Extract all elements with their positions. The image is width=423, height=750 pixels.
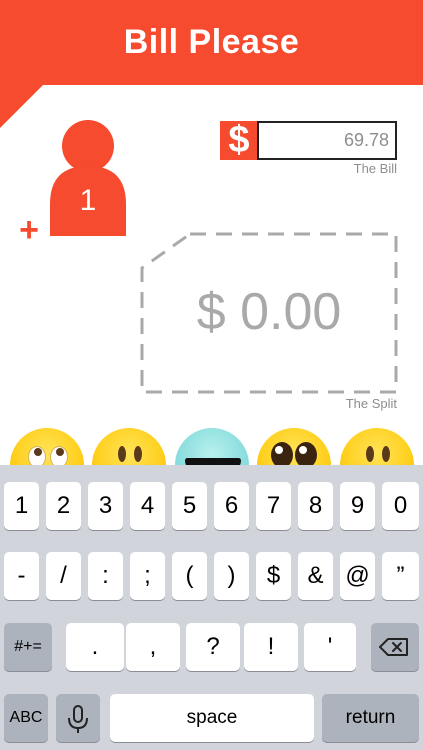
key-dollar[interactable]: $ [256, 552, 291, 600]
split-amount: $ 0.00 [196, 283, 342, 341]
key-8[interactable]: 8 [298, 482, 333, 530]
key-apostrophe[interactable]: ' [304, 623, 356, 671]
key-3[interactable]: 3 [88, 482, 123, 530]
bill-input[interactable]: 69.78 [257, 121, 397, 160]
key-1[interactable]: 1 [4, 482, 39, 530]
key-exclamation[interactable]: ! [244, 623, 298, 671]
space-key[interactable]: space [110, 694, 314, 742]
person-count: 1 [79, 184, 97, 217]
return-key[interactable]: return [322, 694, 419, 742]
header-tail [0, 84, 44, 128]
person-icon [50, 120, 126, 236]
microphone-icon [68, 705, 88, 733]
split-caption: The Split [345, 396, 397, 411]
key-5[interactable]: 5 [172, 482, 207, 530]
key-ampersand[interactable]: & [298, 552, 333, 600]
numeric-keyboard: 1 2 3 4 5 6 7 8 9 0 - / : ; ( ) $ & @ ” … [0, 465, 423, 750]
key-open-paren[interactable]: ( [172, 552, 207, 600]
key-6[interactable]: 6 [214, 482, 249, 530]
key-at[interactable]: @ [340, 552, 375, 600]
key-hyphen[interactable]: - [4, 552, 39, 600]
key-period[interactable]: . [66, 623, 124, 671]
backspace-icon [379, 638, 408, 656]
add-person-button[interactable]: + [15, 213, 43, 247]
person-button[interactable]: 1 [46, 118, 130, 236]
key-slash[interactable]: / [46, 552, 81, 600]
key-quote[interactable]: ” [382, 552, 419, 600]
key-2[interactable]: 2 [46, 482, 81, 530]
delete-key[interactable] [371, 623, 419, 671]
key-semicolon[interactable]: ; [130, 552, 165, 600]
key-9[interactable]: 9 [340, 482, 375, 530]
symbols-toggle-key[interactable]: #+= [4, 623, 52, 671]
split-box: $ 0.00 [138, 230, 400, 396]
dictation-key[interactable] [56, 694, 100, 742]
key-close-paren[interactable]: ) [214, 552, 249, 600]
key-7[interactable]: 7 [256, 482, 291, 530]
abc-key[interactable]: ABC [4, 694, 48, 742]
key-4[interactable]: 4 [130, 482, 165, 530]
key-comma[interactable]: , [126, 623, 180, 671]
key-colon[interactable]: : [88, 552, 123, 600]
key-0[interactable]: 0 [382, 482, 419, 530]
page-title: Bill Please [123, 23, 300, 61]
dollar-icon: $ [220, 121, 258, 160]
key-question[interactable]: ? [186, 623, 240, 671]
bill-caption: The Bill [353, 161, 397, 176]
